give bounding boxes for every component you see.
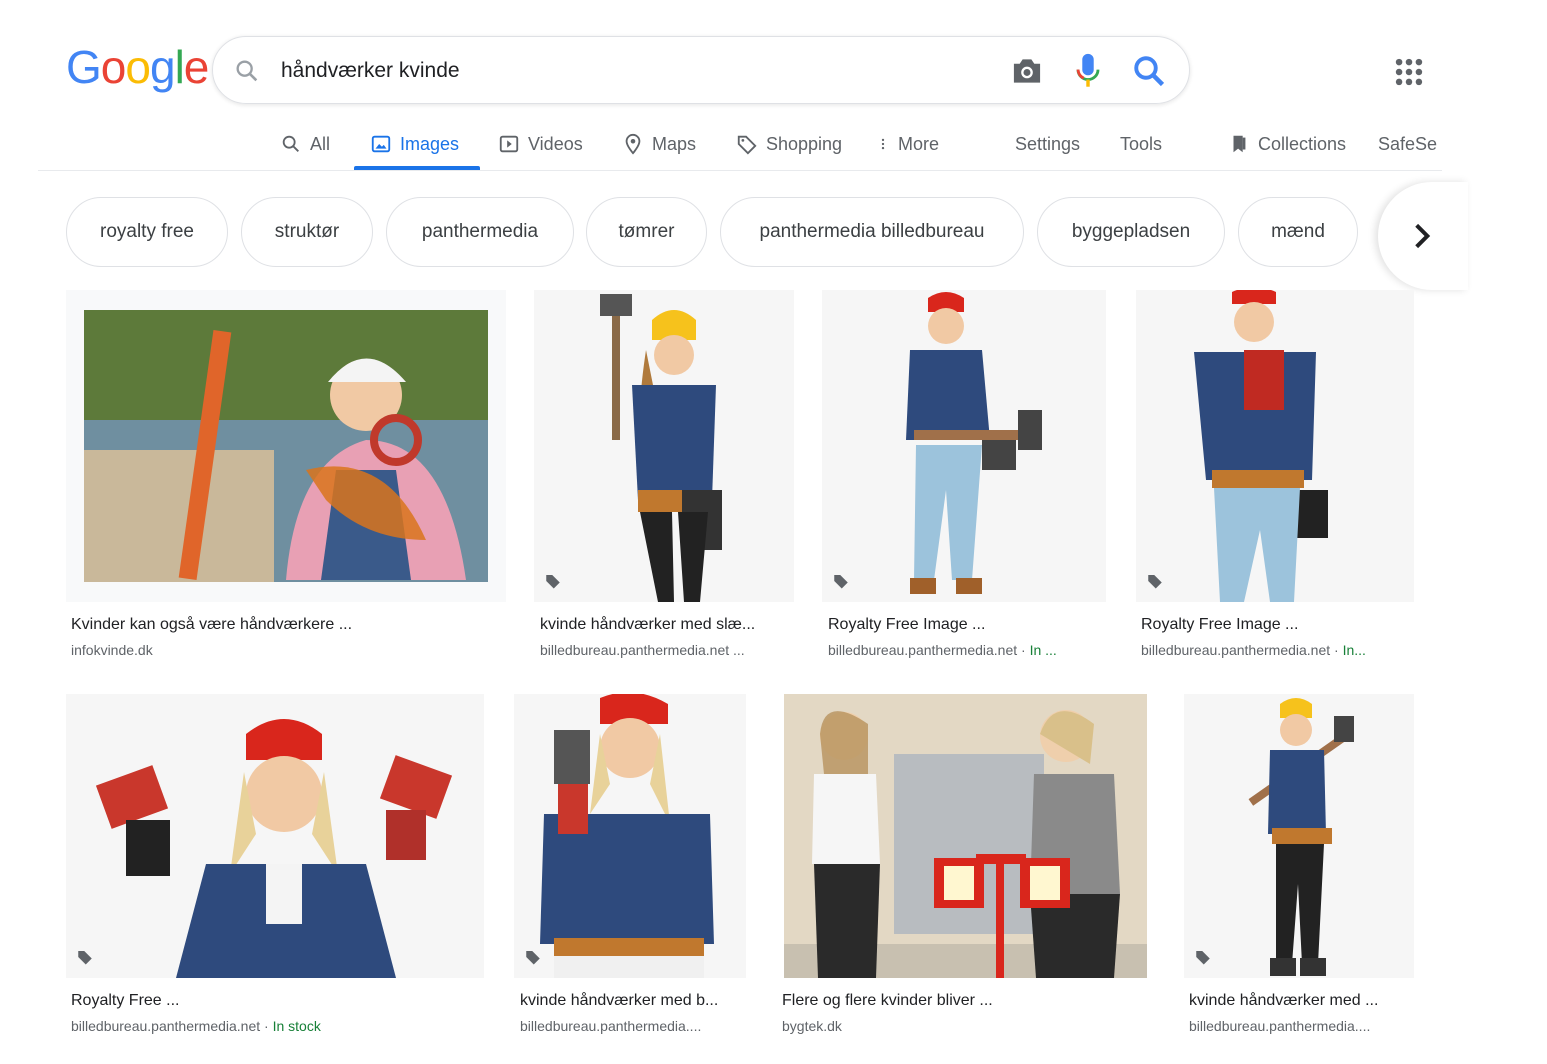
result-source[interactable]: bygtek.dk — [782, 1018, 1146, 1034]
chip-panthermedia-billedbureau[interactable]: panthermedia billedbureau — [720, 197, 1024, 267]
tab-collections[interactable]: Collections — [1228, 124, 1346, 164]
apps-grid-icon[interactable] — [1392, 55, 1426, 89]
result-title[interactable]: Flere og flere kvinder bliver ... — [782, 992, 1146, 1010]
result-thumbnail[interactable] — [66, 290, 506, 602]
shopping-tag-icon — [78, 951, 92, 965]
result-title[interactable]: kvinde håndværker med b... — [520, 992, 744, 1010]
shopping-tag-icon — [1196, 951, 1210, 965]
microphone-icon[interactable] — [1073, 51, 1103, 91]
search-input[interactable] — [281, 53, 981, 89]
result-source[interactable]: billedbureau.panthermedia.net ... — [540, 642, 790, 658]
tab-videos[interactable]: Videos — [498, 124, 583, 164]
tab-images[interactable]: Images — [370, 124, 459, 164]
tab-tools[interactable]: Tools — [1120, 124, 1162, 164]
result-source[interactable]: billedbureau.panthermedia.net · In... — [1141, 642, 1411, 658]
result-title[interactable]: Royalty Free Image ... — [828, 616, 1102, 634]
result-thumbnail[interactable] — [534, 290, 794, 602]
result-source[interactable]: billedbureau.panthermedia.... — [1189, 1018, 1413, 1034]
shopping-tag-icon — [1148, 575, 1162, 589]
chip-byggepladsen[interactable]: byggepladsen — [1037, 197, 1225, 267]
search-tabs: All Images Videos Maps Shopping More Set… — [0, 118, 1442, 172]
camera-icon[interactable] — [1009, 55, 1045, 87]
result-source[interactable]: billedbureau.panthermedia.net · In ... — [828, 642, 1102, 658]
result-thumbnail[interactable] — [514, 694, 746, 978]
tab-safesearch[interactable]: SafeSe — [1378, 124, 1442, 164]
tab-shopping[interactable]: Shopping — [736, 124, 842, 164]
result-title[interactable]: Royalty Free ... — [71, 992, 481, 1010]
result-thumbnail[interactable] — [1136, 290, 1414, 602]
header-divider — [38, 170, 1442, 171]
result-thumbnail[interactable] — [1184, 694, 1414, 978]
play-icon — [499, 135, 519, 153]
result-thumbnail[interactable] — [66, 694, 484, 978]
result-source[interactable]: infokvinde.dk — [71, 642, 501, 658]
search-submit-icon[interactable] — [1131, 53, 1167, 89]
more-vert-icon — [881, 138, 885, 150]
result-source[interactable]: billedbureau.panthermedia.net · In stock — [71, 1018, 481, 1034]
shopping-tag-icon — [834, 575, 848, 589]
chip-panthermedia[interactable]: panthermedia — [386, 197, 574, 267]
result-title[interactable]: Royalty Free Image ... — [1141, 616, 1411, 634]
shopping-tag-icon — [526, 951, 540, 965]
chip-struktor[interactable]: struktør — [241, 197, 373, 267]
search-icon — [282, 135, 299, 152]
google-logo[interactable]: Google — [66, 40, 209, 94]
tab-all[interactable]: All — [280, 124, 330, 164]
result-source[interactable]: billedbureau.panthermedia.... — [520, 1018, 744, 1034]
result-thumbnail[interactable] — [822, 290, 1106, 602]
chevron-right-icon — [1415, 223, 1431, 249]
bookmark-icon — [1233, 135, 1246, 153]
result-title[interactable]: kvinde håndværker med slæ... — [540, 616, 790, 634]
search-icon — [236, 60, 258, 82]
map-pin-icon — [625, 133, 641, 155]
tag-icon — [737, 135, 757, 155]
result-thumbnail[interactable] — [784, 694, 1147, 978]
tab-maps[interactable]: Maps — [622, 124, 696, 164]
image-icon — [371, 135, 391, 153]
search-box[interactable] — [212, 36, 1190, 104]
tab-settings[interactable]: Settings — [1015, 124, 1080, 164]
tab-more[interactable]: More — [876, 124, 939, 164]
chip-tomrer[interactable]: tømrer — [586, 197, 707, 267]
shopping-tag-icon — [546, 575, 560, 589]
chip-royalty-free[interactable]: royalty free — [66, 197, 228, 267]
result-title[interactable]: kvinde håndværker med ... — [1189, 992, 1413, 1010]
result-title[interactable]: Kvinder kan også være håndværkere ... — [71, 616, 501, 634]
chip-maend[interactable]: mænd — [1238, 197, 1358, 267]
